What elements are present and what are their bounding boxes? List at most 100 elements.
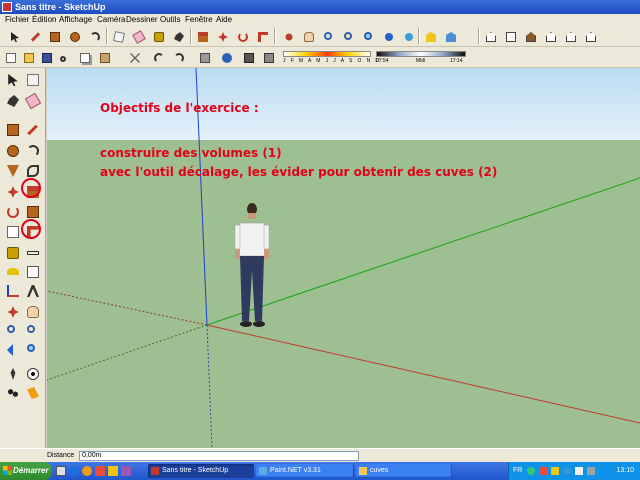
shadow-date-track[interactable] — [283, 51, 371, 57]
palette-select-button[interactable] — [4, 71, 22, 89]
push-pull-button[interactable] — [194, 28, 210, 44]
shadow-settings-button[interactable] — [260, 49, 276, 65]
save-button[interactable] — [38, 49, 54, 65]
tape-measure-button[interactable] — [150, 28, 166, 44]
palette-rectangle-button[interactable] — [4, 121, 22, 139]
measurement-field[interactable]: 0,00m — [79, 451, 359, 461]
palette-look-around-button[interactable] — [24, 365, 42, 383]
shadow-time-slider[interactable]: 07:54 Midi 17:14 — [376, 49, 468, 67]
palette-tape-measure-button[interactable] — [4, 244, 22, 262]
copy-button[interactable] — [76, 49, 92, 65]
line-tool-button[interactable] — [26, 28, 42, 44]
quicklaunch-extra-icon[interactable] — [121, 466, 131, 476]
menu-affichage[interactable]: Affichage — [59, 14, 92, 26]
palette-position-camera-button[interactable] — [4, 365, 22, 383]
palette-axes-button[interactable] — [4, 282, 22, 300]
shadows-toggle-button[interactable] — [240, 49, 256, 65]
arc-tool-button[interactable] — [86, 28, 102, 44]
zoom-button[interactable] — [320, 28, 336, 44]
palette-paint-bucket-button[interactable] — [4, 92, 22, 110]
undo-button[interactable] — [150, 49, 166, 65]
get-models-button[interactable] — [422, 28, 438, 44]
move-tool-button[interactable] — [214, 28, 230, 44]
palette-pan-button[interactable] — [24, 303, 42, 321]
shadow-date-slider[interactable]: J F M A M J J A S O N D — [283, 49, 379, 67]
palette-orbit-button[interactable] — [4, 303, 22, 321]
palette-walk-button[interactable] — [4, 384, 22, 402]
tray-bluetooth-icon[interactable] — [563, 467, 571, 475]
iso-view-button[interactable] — [482, 28, 498, 44]
menu-aide[interactable]: Aide — [216, 14, 232, 26]
internet-explorer-icon[interactable] — [69, 466, 79, 476]
tray-antivirus-icon[interactable] — [539, 467, 547, 475]
orbit-button[interactable] — [280, 28, 296, 44]
palette-text-button[interactable] — [24, 263, 42, 281]
eraser-tool-button[interactable] — [130, 28, 146, 44]
palette-rotate-button[interactable] — [4, 203, 22, 221]
previous-view-button[interactable] — [380, 28, 396, 44]
taskbar-item-paintnet[interactable]: Paint.NET v3.31 — [256, 464, 354, 478]
new-button[interactable] — [2, 49, 18, 65]
sketchup-app-icon[interactable] — [2, 2, 12, 12]
zoom-window-button[interactable] — [340, 28, 356, 44]
palette-3d-text-button[interactable] — [24, 282, 42, 300]
tray-display-icon[interactable] — [587, 467, 595, 475]
zoom-extents-button[interactable] — [360, 28, 376, 44]
front-view-button[interactable] — [522, 28, 538, 44]
menu-edition[interactable]: Édition — [32, 14, 56, 26]
back-view-button[interactable] — [562, 28, 578, 44]
palette-arc-button[interactable] — [24, 142, 42, 160]
taskbar-item-cuves[interactable]: cuves — [356, 464, 452, 478]
scale-figure-person[interactable] — [232, 201, 272, 331]
palette-move-button[interactable] — [4, 183, 22, 201]
palette-scale-button[interactable] — [4, 223, 22, 241]
model-info-button[interactable] — [218, 49, 234, 65]
3d-viewport[interactable]: Objectifs de l'exercice : construire des… — [47, 68, 640, 448]
next-view-button[interactable] — [400, 28, 416, 44]
menu-fichier[interactable]: Fichier — [5, 14, 29, 26]
menu-camera[interactable]: Caméra — [97, 14, 125, 26]
circle-tool-button[interactable] — [66, 28, 82, 44]
quicklaunch-folder-icon[interactable] — [108, 466, 118, 476]
tray-volume-icon[interactable] — [575, 467, 583, 475]
palette-section-plane-button[interactable] — [24, 384, 42, 402]
language-indicator[interactable]: FR — [513, 462, 522, 480]
media-player-icon[interactable] — [82, 466, 92, 476]
paste-button[interactable] — [96, 49, 112, 65]
palette-zoom-extents-button[interactable] — [24, 341, 42, 359]
select-tool-button[interactable] — [6, 28, 22, 44]
shadow-time-track[interactable] — [376, 51, 466, 57]
title-bar[interactable]: Sans titre - SketchUp — [0, 0, 640, 14]
tray-network-icon[interactable] — [527, 467, 535, 475]
start-button[interactable]: Démarrer — [0, 462, 52, 480]
right-view-button[interactable] — [542, 28, 558, 44]
palette-line-button[interactable] — [24, 121, 42, 139]
make-component-button[interactable] — [110, 28, 126, 44]
share-model-button[interactable] — [442, 28, 458, 44]
paint-bucket-button[interactable] — [170, 28, 186, 44]
palette-zoom-window-button[interactable] — [24, 322, 42, 340]
erase-button[interactable] — [126, 49, 142, 65]
left-view-button[interactable] — [582, 28, 598, 44]
redo-button[interactable] — [170, 49, 186, 65]
tray-update-icon[interactable] — [551, 467, 559, 475]
palette-dimension-button[interactable] — [24, 244, 42, 262]
open-button[interactable] — [20, 49, 36, 65]
taskbar-item-sketchup[interactable]: Sans titre - SketchUp — [148, 464, 254, 478]
menu-dessiner[interactable]: Dessiner — [126, 14, 158, 26]
cut-button[interactable] — [56, 49, 72, 65]
menu-fenetre[interactable]: Fenêtre — [185, 14, 213, 26]
quicklaunch-app-icon[interactable] — [95, 466, 105, 476]
offset-tool-button[interactable] — [254, 28, 270, 44]
rectangle-tool-button[interactable] — [46, 28, 62, 44]
show-desktop-icon[interactable] — [56, 466, 66, 476]
top-view-button[interactable] — [502, 28, 518, 44]
palette-polygon-button[interactable] — [4, 162, 22, 180]
palette-eraser-button[interactable] — [24, 92, 42, 110]
palette-circle-button[interactable] — [4, 142, 22, 160]
rotate-tool-button[interactable] — [234, 28, 250, 44]
taskbar-clock[interactable]: 13:10 — [616, 462, 634, 480]
palette-previous-view-button[interactable] — [4, 341, 22, 359]
palette-component-button[interactable] — [24, 71, 42, 89]
palette-zoom-button[interactable] — [4, 322, 22, 340]
